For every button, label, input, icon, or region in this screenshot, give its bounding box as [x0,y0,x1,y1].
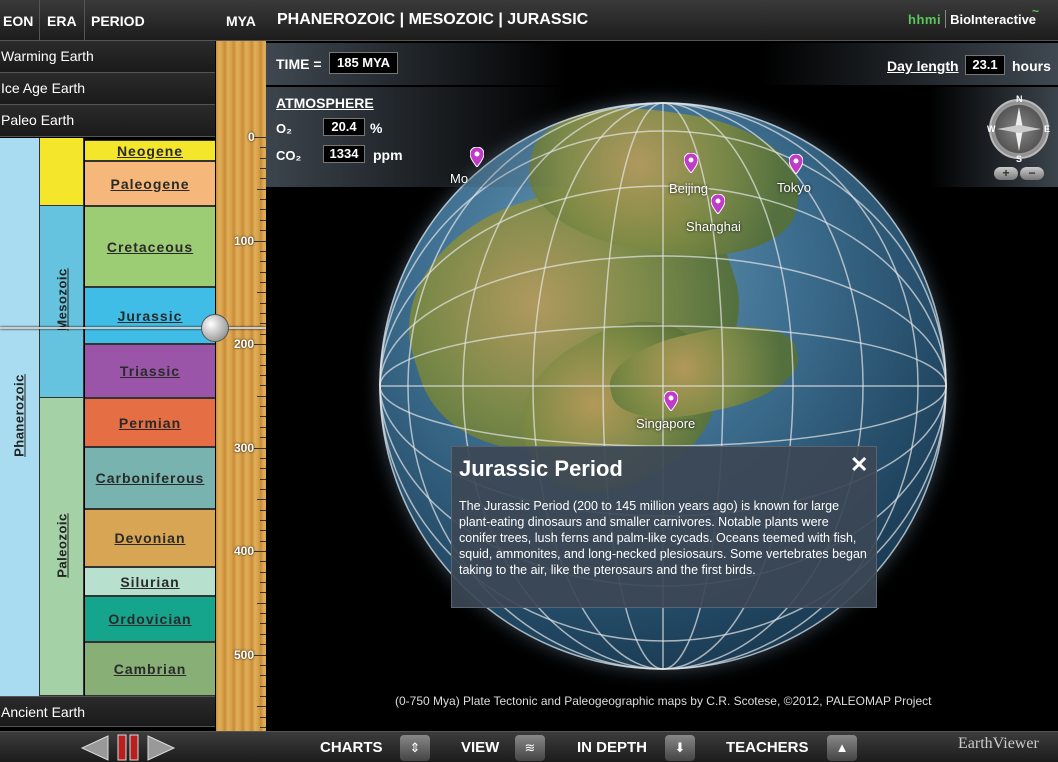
ruler-tick [254,344,266,345]
zoom-in-button[interactable]: + [994,167,1018,180]
ruler-tick [257,188,266,190]
era-paleozoic-label: Paleozoic [54,513,70,578]
view-button[interactable]: VIEW [461,739,499,756]
period-jurassic[interactable]: Jurassic [85,287,215,344]
map-pin-icon[interactable] [789,154,803,174]
compass-icon[interactable] [989,99,1049,159]
charts-icon[interactable]: ⇕ [400,735,430,761]
eon-label: Phanerozoic [11,374,27,457]
day-length-link[interactable]: Day length [887,58,959,74]
compass-east: E [1044,124,1051,134]
teachers-button[interactable]: TEACHERS [726,739,809,756]
city-label-shanghai: Shanghai [686,219,741,234]
co2-label: CO₂ [276,148,302,163]
atmosphere-link[interactable]: ATMOSPHERE [276,95,374,111]
biointeractive-logo-text: BioInteractive [950,12,1037,27]
column-header-period[interactable]: PERIOD [88,0,216,41]
step-back-icon[interactable] [80,734,110,762]
nav-ice-age-earth[interactable]: Ice Age Earth [0,73,215,105]
period-devonian[interactable]: Devonian [85,509,215,567]
column-header-era[interactable]: ERA [44,0,85,41]
city-label-singapore: Singapore [636,416,696,431]
zoom-out-button[interactable]: − [1020,167,1044,180]
nav-ancient-earth[interactable]: Ancient Earth [0,696,215,727]
ruler-tick [254,654,266,656]
city-label-tokyo: Tokyo [777,180,811,195]
period-silurian[interactable]: Silurian [85,567,215,596]
ruler-tick [257,499,266,501]
ruler-tick-label: 200 [234,337,255,351]
time-value: 185 MYA [329,52,398,74]
period-paleogene[interactable]: Paleogene [85,161,215,206]
time-ruler[interactable]: 0 100 200 300 400 500 [216,41,266,731]
map-credit: (0-750 Mya) Plate Tectonic and Paleogeog… [395,694,932,708]
day-length-unit: hours [1012,58,1051,74]
ruler-tick [254,551,266,552]
period-info-text: The Jurassic Period (200 to 145 million … [459,499,867,577]
map-pin-icon[interactable] [664,391,678,411]
o2-label: O₂ [276,121,292,136]
map-pin-icon[interactable] [470,147,484,167]
eon-phanerozoic[interactable]: Phanerozoic [0,138,40,696]
city-label-beijing: Beijing [669,181,709,196]
period-permian[interactable]: Permian [85,398,215,447]
close-icon[interactable]: ✕ [850,452,868,478]
earthviewer-logo: EarthViewer [958,735,1039,752]
period-cretaceous[interactable]: Cretaceous [85,206,215,287]
map-pin-icon[interactable] [684,153,698,173]
ruler-tick-label: 100 [234,233,255,248]
graduation-cap-icon[interactable]: ▲ [827,735,857,761]
column-header-mya: MYA [226,13,256,29]
logo-divider [945,10,947,28]
ruler-tick [254,447,266,449]
arrow-down-icon[interactable]: ⬇ [665,735,695,761]
co2-value: 1334 [323,145,365,163]
pause-icon[interactable] [116,733,140,762]
compass-north: N [1016,94,1023,104]
nav-warming-earth[interactable]: Warming Earth [0,41,215,73]
era-paleozoic[interactable]: Paleozoic [40,398,84,696]
co2-unit: ppm [373,147,403,163]
era-mesozoic-label: Mesozoic [54,268,70,331]
biointeractive-logo[interactable]: hhmi BioInteractive ~ [908,4,1039,34]
ruler-tick [257,395,266,397]
step-forward-icon[interactable] [146,734,176,762]
ruler-tick [254,240,266,242]
o2-value: 20.4 [323,118,365,136]
charts-button[interactable]: CHARTS [320,739,383,756]
ruler-tick [257,602,266,604]
day-length-value: 23.1 [965,55,1005,75]
ruler-tick-label: 500 [234,647,255,662]
era-mesozoic[interactable]: Mesozoic [40,206,84,398]
breadcrumb: PHANEROZOIC | MESOZOIC | JURASSIC [277,11,589,28]
time-label: TIME = [276,56,322,72]
ruler-tick-label: 400 [234,544,255,558]
o2-unit: % [370,120,383,136]
period-carboniferous[interactable]: Carboniferous [85,447,215,509]
ruler-tick [257,292,266,294]
hhmi-logo-text: hhmi [908,12,942,27]
map-pin-icon[interactable] [711,194,725,214]
compass-west: W [987,124,996,134]
gecko-icon: ~ [1032,4,1040,18]
ruler-tick [254,137,266,138]
compass-rose-icon [997,107,1041,151]
ruler-tick-label: 300 [234,440,255,455]
era-cenozoic[interactable] [40,138,84,206]
compass-south: S [1016,154,1023,164]
layers-icon[interactable]: ≋ [515,735,545,761]
nav-paleo-earth[interactable]: Paleo Earth [0,105,215,137]
period-neogene[interactable]: Neogene [85,140,215,161]
ruler-tick-label: 0 [248,130,255,144]
period-info-title: Jurassic Period [459,456,623,481]
period-triassic[interactable]: Triassic [85,344,215,398]
in-depth-button[interactable]: IN DEPTH [577,739,647,756]
time-slider-knob[interactable] [201,314,229,342]
period-ordovician[interactable]: Ordovician [85,596,215,642]
column-header-eon[interactable]: EON [0,0,40,41]
ruler-tick [257,706,266,708]
city-label-moscow: Mo [450,171,469,186]
period-cambrian[interactable]: Cambrian [85,642,215,696]
